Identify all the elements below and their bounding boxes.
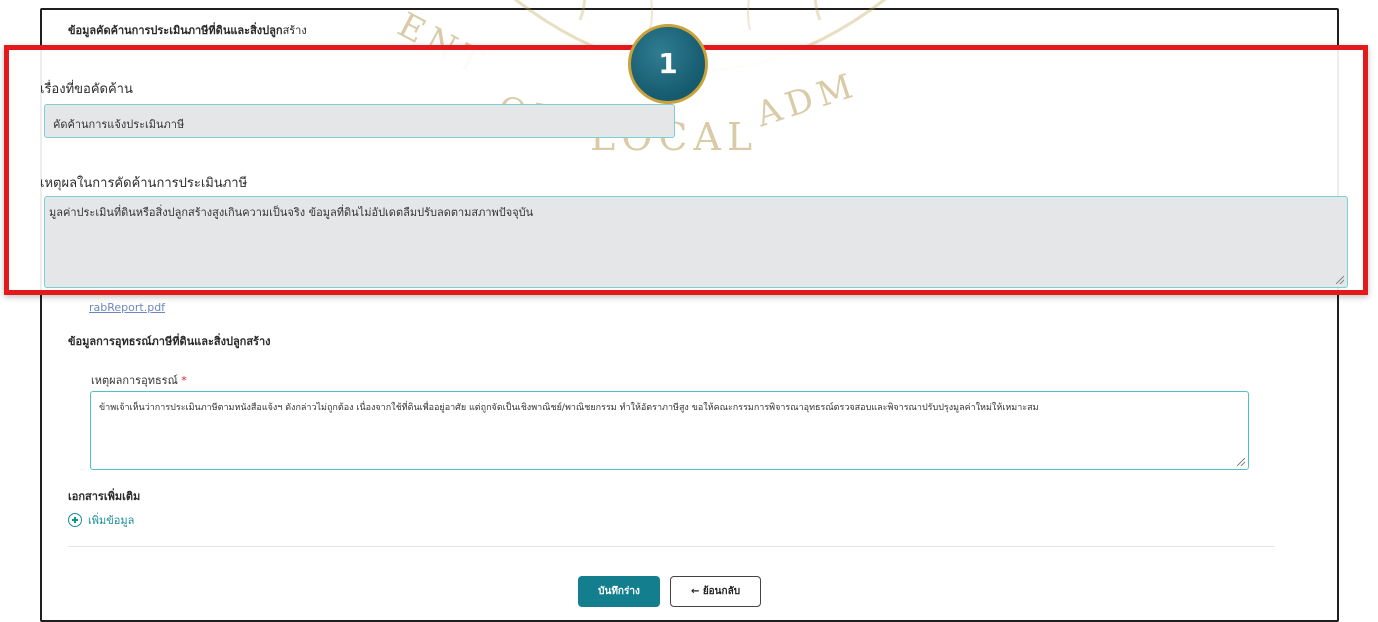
appeal-textarea[interactable]: ข้าพเจ้าเห็นว่าการประเมินภาษีตามหนังสือแ… bbox=[90, 391, 1249, 470]
subject-field[interactable]: คัดค้านการแจ้งประเมินภาษี bbox=[44, 104, 675, 138]
back-button[interactable]: ← ย้อนกลับ bbox=[670, 576, 761, 607]
appeal-section-title: ข้อมูลการอุทธรณ์ภาษีที่ดินและสิ่งปลูกสร้… bbox=[68, 335, 271, 348]
plus-circle-icon bbox=[68, 513, 82, 527]
subject-label: เรื่องที่ขอคัดค้าน bbox=[40, 82, 133, 97]
file-link[interactable]: rabReport.pdf bbox=[89, 301, 165, 314]
appeal-text: ข้าพเจ้าเห็นว่าการประเมินภาษีตามหนังสือแ… bbox=[99, 403, 1039, 413]
step-badge: 1 bbox=[628, 24, 708, 104]
reason-text: มูลค่าประเมินที่ดินหรือสิ่งปลูกสร้างสูงเ… bbox=[49, 206, 534, 219]
save-draft-button[interactable]: บันทึกร่าง bbox=[578, 576, 660, 607]
required-mark: * bbox=[181, 374, 187, 387]
reason-textarea[interactable]: มูลค่าประเมินที่ดินหรือสิ่งปลูกสร้างสูงเ… bbox=[44, 196, 1348, 288]
resize-handle-icon[interactable] bbox=[1237, 458, 1245, 466]
divider bbox=[68, 546, 1275, 547]
add-data-button[interactable]: เพิ่มข้อมูล bbox=[68, 511, 134, 529]
add-data-label: เพิ่มข้อมูล bbox=[88, 514, 135, 527]
resize-handle-icon[interactable] bbox=[1336, 276, 1344, 284]
extra-docs-title: เอกสารเพิ่มเติม bbox=[68, 490, 141, 503]
appeal-label: เหตุผลการอุทธรณ์ * bbox=[91, 374, 187, 387]
section-title: ข้อมูลคัดค้านการประเมินภาษีที่ดินและสิ่ง… bbox=[68, 24, 307, 37]
reason-label: เหตุผลในการคัดค้านการประเมินภาษี bbox=[40, 176, 248, 191]
